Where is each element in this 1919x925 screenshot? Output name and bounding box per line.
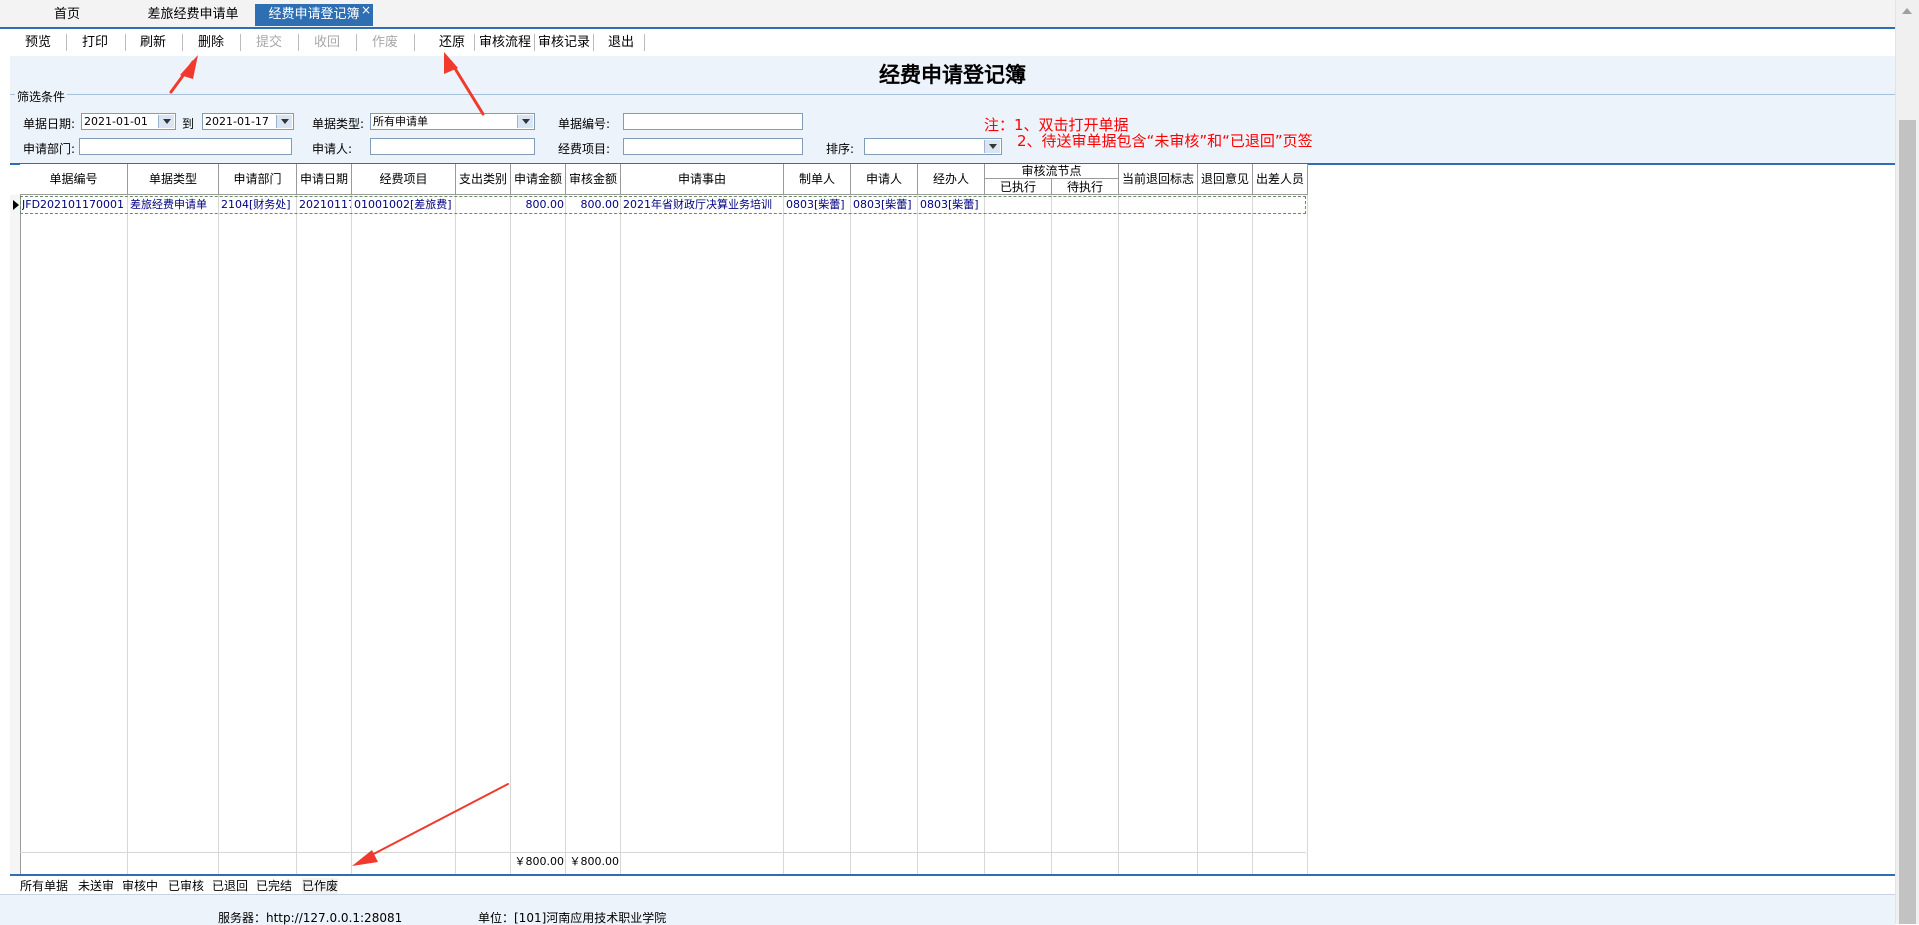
arrow-head-voided-tab-icon: [352, 850, 378, 866]
arrow-to-restore: [449, 60, 485, 116]
arrow-to-voided-tab: [361, 783, 509, 861]
annotation-arrows: [169, 52, 509, 866]
arrow-head-delete-icon: [180, 55, 198, 79]
